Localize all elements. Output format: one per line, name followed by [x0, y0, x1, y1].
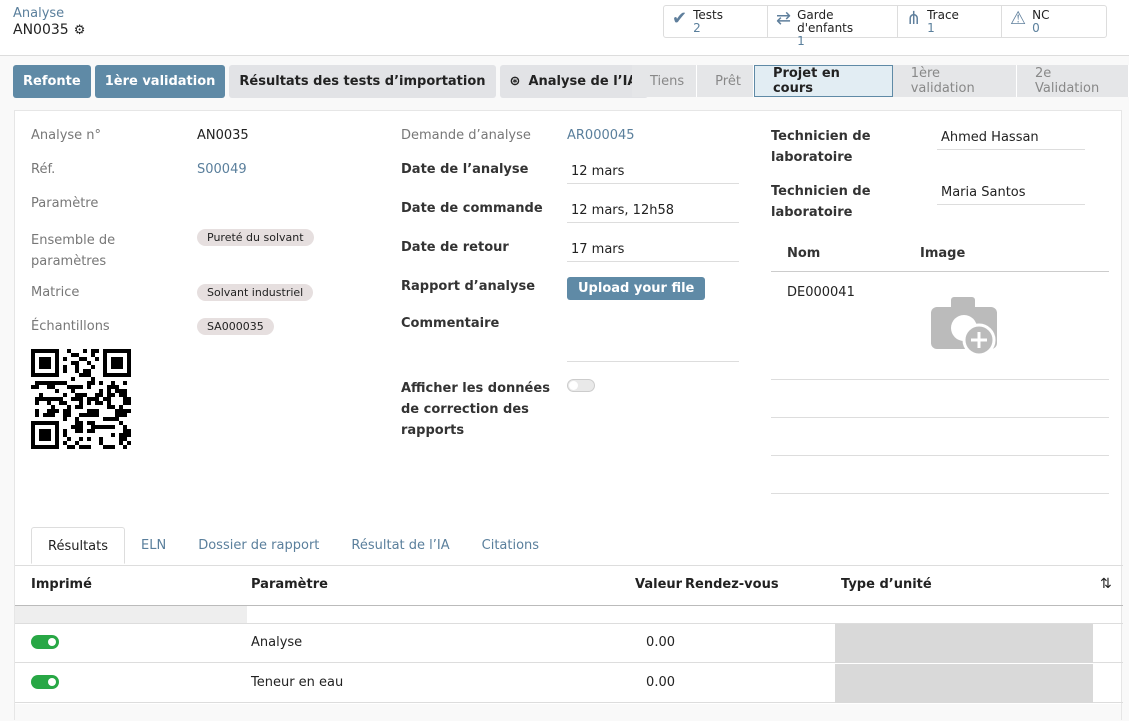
date-analyse-field[interactable]: 12 mars [567, 160, 739, 184]
label: Garde d'enfants [797, 9, 889, 35]
date-retour-field[interactable]: 17 mars [567, 238, 739, 262]
label: Échantillons [31, 319, 110, 334]
th-parametre[interactable]: Paramètre [251, 577, 328, 592]
step-projet-en-cours[interactable]: Projet en cours [754, 65, 893, 97]
camera-add-icon[interactable] [929, 295, 1001, 359]
label: Analyse n° [31, 128, 101, 143]
smart-buttons: ✔Tests2 ⇄ Garde d'enfants 1 ⋔Trace1 ⚠NC0 [663, 5, 1107, 38]
column-settings-icon[interactable]: ⇅ [1100, 576, 1112, 592]
date-commande-field[interactable]: 12 mars, 12h58 [567, 199, 739, 223]
unit-type-cell[interactable] [835, 624, 1093, 663]
label: Afficher les données de correction des r… [401, 378, 561, 441]
parametre: Teneur en eau [251, 675, 343, 690]
th-rdv[interactable]: Rendez-vous [685, 577, 779, 592]
smart-button-tests[interactable]: ✔Tests2 [664, 6, 768, 37]
table-row[interactable]: Teneur en eau 0.00 [15, 664, 1123, 703]
label: Demande d’analyse [401, 128, 531, 143]
tab-resultats[interactable]: Résultats [31, 527, 125, 564]
count: 0 [1032, 22, 1049, 35]
analyse-no: AN0035 [197, 128, 249, 143]
count: 1 [927, 22, 959, 35]
th-unite[interactable]: Type d’unité [841, 577, 932, 592]
th-imprime[interactable]: Imprimé [31, 577, 92, 592]
first-validation-button[interactable]: 1ère validation [95, 65, 226, 98]
label: Paramètre [31, 196, 98, 211]
label: Date de l’analyse [401, 162, 528, 177]
ai-analysis-button[interactable]: ⊛ Analyse de l’IA [500, 65, 648, 98]
technicien-2-field[interactable]: Maria Santos [937, 181, 1085, 205]
col-image: Image [920, 246, 965, 261]
breadcrumb-analyse[interactable]: Analyse [13, 6, 64, 21]
openai-icon: ⊛ [510, 74, 521, 89]
step-1ere-validation[interactable]: 1ère validation [893, 65, 1017, 97]
afficher-toggle[interactable] [567, 379, 595, 392]
record-title: AN0035 [13, 22, 69, 38]
upload-file-button[interactable]: Upload your file [567, 277, 705, 300]
label: Technicien de laboratoire [771, 126, 881, 168]
sitemap-icon: ⋔ [906, 12, 921, 25]
smart-button-trace[interactable]: ⋔Trace1 [898, 6, 1002, 37]
step-tiens[interactable]: Tiens [632, 65, 697, 97]
ensemble-tag[interactable]: Pureté du solvant [197, 229, 314, 246]
tabs: Résultats ELN Dossier de rapport Résulta… [31, 527, 555, 564]
echantillon-tag[interactable]: SA000035 [197, 318, 274, 335]
ref-link[interactable]: S00049 [197, 162, 247, 177]
step-2e-validation[interactable]: 2e Validation [1017, 65, 1129, 97]
tab-citations[interactable]: Citations [466, 527, 555, 564]
import-results-button[interactable]: Résultats des tests d’importation [229, 65, 495, 98]
step-pret[interactable]: Prêt [697, 65, 754, 97]
tab-dossier[interactable]: Dossier de rapport [182, 527, 335, 564]
label: Date de commande [401, 201, 543, 216]
label: Ensemble de paramètres [31, 230, 141, 272]
valeur: 0.00 [605, 675, 675, 690]
tab-eln[interactable]: ELN [125, 527, 182, 564]
tab-resultat-ia[interactable]: Résultat de l’IA [335, 527, 465, 564]
th-valeur[interactable]: Valeur [635, 577, 682, 592]
label: Matrice [31, 285, 79, 300]
form-sheet: Analyse n° AN0035 Réf. S00049 Paramètre … [14, 110, 1122, 720]
unit-type-cell[interactable] [835, 664, 1093, 703]
gear-icon[interactable]: ⚙ [74, 23, 86, 38]
col-nom: Nom [787, 246, 820, 261]
label: Rapport d’analyse [401, 279, 535, 294]
demande-link[interactable]: AR000045 [567, 128, 635, 143]
smart-button-garde[interactable]: ⇄Garde d'enfants1 [768, 6, 898, 37]
status-bar: Tiens Prêt Projet en cours 1ère validati… [632, 65, 1129, 97]
label: Réf. [31, 162, 55, 177]
label: Analyse de l’IA [528, 74, 637, 89]
printed-toggle[interactable] [31, 675, 59, 689]
label: Date de retour [401, 240, 509, 255]
printed-toggle[interactable] [31, 635, 59, 649]
exchange-icon: ⇄ [776, 12, 791, 25]
table-row[interactable]: Analyse 0.00 [15, 624, 1123, 663]
qr-code [31, 349, 131, 449]
header: Analyse AN0035 ⚙ ✔Tests2 ⇄ Garde d'enfants… [0, 0, 1129, 56]
valeur: 0.00 [605, 635, 675, 650]
label: Commentaire [401, 316, 499, 331]
count: 2 [693, 22, 723, 35]
refonte-button[interactable]: Refonte [13, 65, 91, 98]
technicien-1-field[interactable]: Ahmed Hassan [937, 126, 1085, 150]
commentaire-field[interactable] [567, 316, 739, 362]
count: 1 [797, 35, 889, 48]
image-row-nom[interactable]: DE000041 [787, 285, 855, 300]
label: Technicien de laboratoire [771, 181, 881, 223]
smart-button-nc[interactable]: ⚠NC0 [1002, 6, 1106, 37]
check-icon: ✔ [672, 12, 687, 25]
parametre: Analyse [251, 635, 302, 650]
matrice-tag[interactable]: Solvant industriel [197, 284, 313, 301]
warning-icon: ⚠ [1010, 12, 1026, 25]
